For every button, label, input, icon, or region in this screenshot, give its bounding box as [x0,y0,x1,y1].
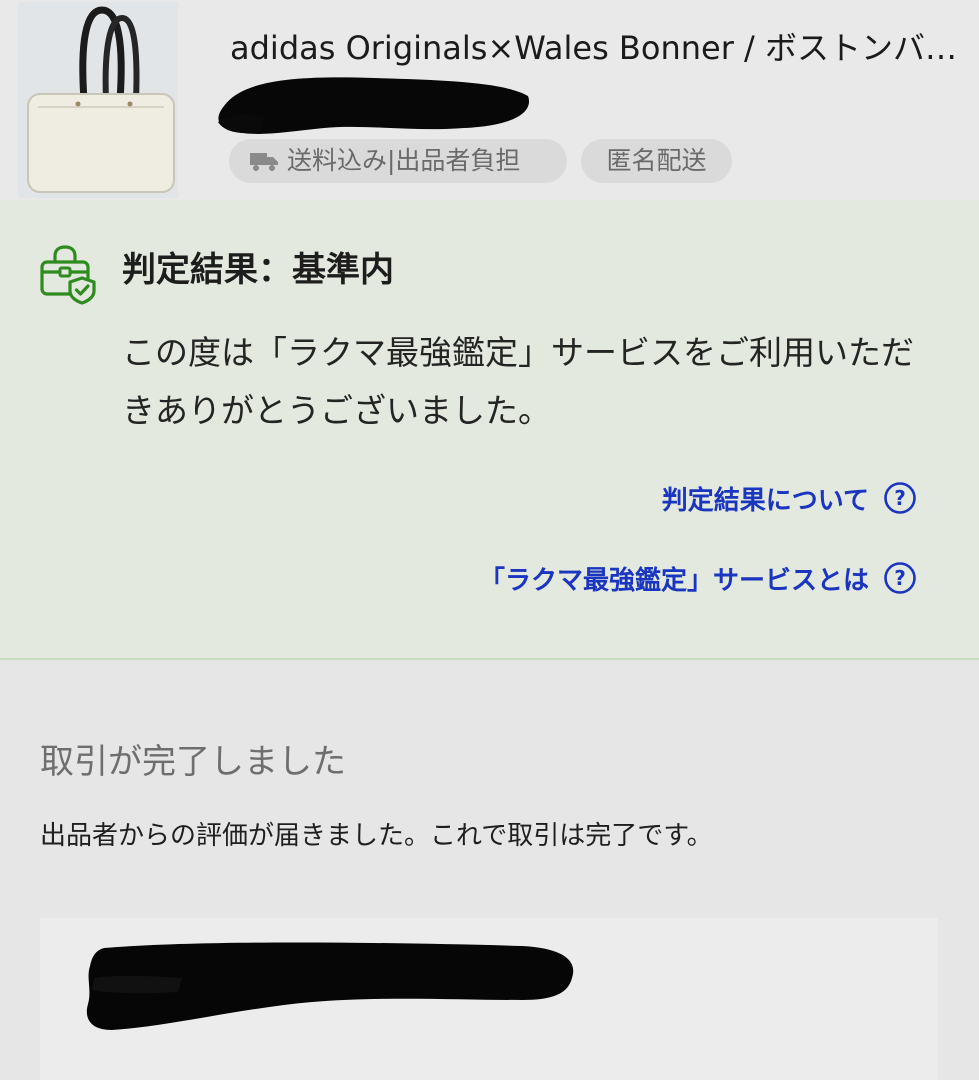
shopping-bag-shield-icon [38,244,100,306]
redaction-mark [214,72,532,138]
about-service-link-label[interactable]: 「ラクマ最強鑑定」サービスとは [479,560,869,597]
shipping-tag: 送料込み|出品者負担 [229,139,567,183]
redaction-mark [82,938,578,1034]
svg-text:?: ? [894,566,906,590]
shipping-tag-label: 送料込み|出品者負担 [287,146,521,175]
verification-result-panel: 判定結果：基準内 この度は「ラクマ最強鑑定」サービスをご利用いただきありがとうご… [0,200,979,660]
product-thumbnail[interactable] [18,2,178,198]
tote-bag-image [18,2,178,198]
question-circle-icon[interactable]: ? [883,561,917,595]
about-result-link[interactable]: 判定結果について ? [662,478,917,518]
svg-text:?: ? [894,486,906,510]
transaction-complete-heading: 取引が完了しました [40,742,346,782]
about-service-link[interactable]: 「ラクマ最強鑑定」サービスとは ? [479,558,917,598]
transaction-complete-message: 出品者からの評価が届きました。これで取引は完了です。 [40,821,713,851]
product-header[interactable]: adidas Originals×Wales Bonner / ボストンバッグ … [0,0,979,200]
verification-message: この度は「ラクマ最強鑑定」サービスをご利用いただきありがとうございました。 [122,333,914,430]
about-result-link-label[interactable]: 判定結果について [662,480,869,517]
anonymous-shipping-tag: 匿名配送 [581,139,732,183]
product-title[interactable]: adidas Originals×Wales Bonner / ボストンバッグ [230,26,965,70]
truck-icon [249,149,279,173]
question-circle-icon[interactable]: ? [883,481,917,515]
verification-title: 判定結果：基準内 [122,250,394,290]
